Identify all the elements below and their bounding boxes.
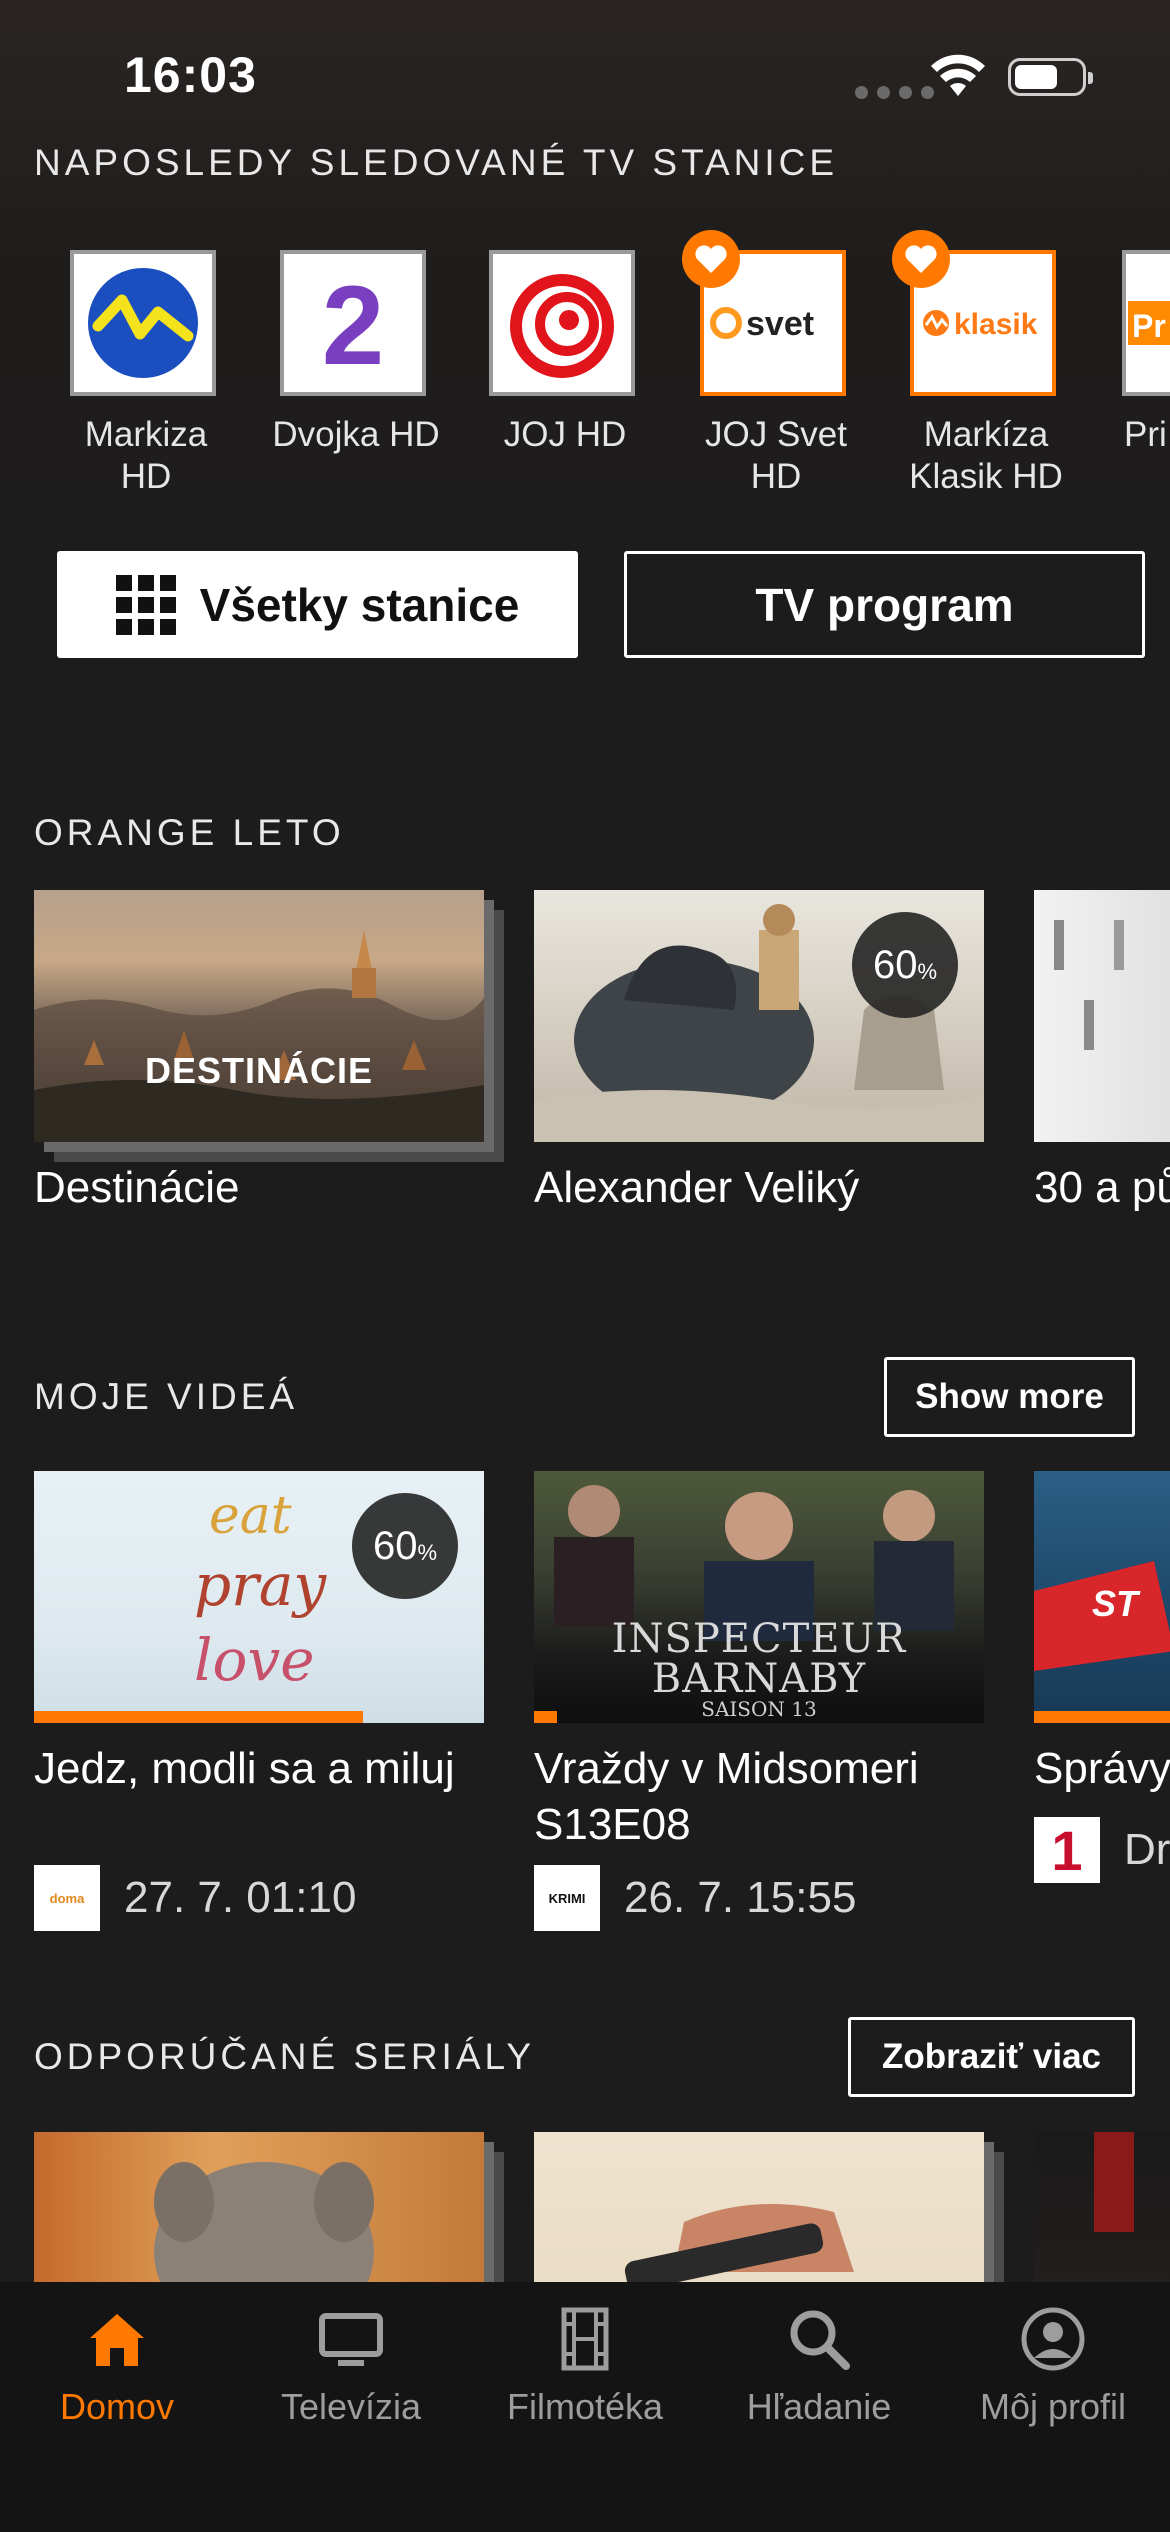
svg-text:2: 2 [322, 264, 384, 382]
thumb-word-pray: pray [194, 1551, 327, 1619]
thumb-word-eat: eat [209, 1486, 292, 1546]
doma-channel-icon: doma [34, 1865, 100, 1931]
joj-logo-icon [489, 250, 635, 396]
barnaby-title-line2: BARNABY [651, 1656, 867, 1702]
tab-domov[interactable]: Domov [0, 2306, 234, 2428]
show-more-series-button[interactable]: Zobraziť viac [848, 2017, 1135, 2097]
card-title: Destinácie [34, 1163, 240, 1212]
my-videos-title: MOJE VIDEÁ [34, 1376, 299, 1417]
spravy-thumbnail: ST [1034, 1471, 1170, 1723]
svg-text:klasik: klasik [954, 308, 1038, 341]
favorite-heart-icon [892, 230, 950, 288]
battery-icon [1008, 58, 1093, 96]
tab-label: Môj profil [979, 2386, 1127, 2427]
progress-percent-badge: 60% [352, 1493, 458, 1599]
destinacie-overlay-text: DESTINÁCIE [144, 1050, 374, 1091]
all-stations-button[interactable]: Všetky stanice [57, 551, 578, 658]
card-title: Správy [1034, 1744, 1170, 1793]
tv-icon [319, 2313, 383, 2366]
favorite-heart-icon [682, 230, 740, 288]
tab-televizia[interactable]: Televízia [234, 2306, 468, 2428]
recent-stations-title: NAPOSLEDY SLEDOVANÉ TV STANICE [34, 142, 839, 183]
card-title: Alexander Veliký [534, 1163, 860, 1212]
dvojka-logo-icon: 2 [280, 250, 426, 396]
tab-label: Filmotéka [506, 2386, 664, 2427]
tv-program-button[interactable]: TV program [624, 551, 1145, 658]
grid-icon [115, 574, 176, 635]
watch-progress-bar [534, 1711, 557, 1723]
card-title: 30 a pů [1034, 1163, 1170, 1212]
card-title: Vraždy v Midsomeri S13E08 [534, 1744, 919, 1849]
recommended-series-title: ODPORÚČANÉ SERIÁLY [34, 2036, 536, 2077]
card-title: Jedz, modli sa a miluj [34, 1744, 455, 1793]
tab-bar: Domov Televízia Filmotéka Hľadanie Môj p… [0, 2282, 1170, 2532]
tab-label: Domov [59, 2386, 175, 2427]
tab-hladanie[interactable]: Hľadanie [702, 2306, 936, 2428]
air-date: Dr [1124, 1825, 1170, 1874]
spravy-thumb-text: ST [1092, 1583, 1139, 1624]
svg-text:Pr: Pr [1132, 308, 1166, 344]
all-stations-label: Všetky stanice [199, 578, 520, 631]
barnaby-season: SAISON 13 [701, 1697, 817, 1721]
film-icon [561, 2307, 609, 2371]
station-name: Dvojka HD [272, 415, 440, 454]
profile-icon [1021, 2307, 1085, 2371]
watch-progress-bar [34, 1711, 363, 1723]
card-meta: doma 27. 7. 01:10 [34, 1865, 356, 1931]
tab-label: Televízia [280, 2386, 422, 2427]
status-time: 16:03 [124, 47, 257, 103]
show-more-button[interactable]: Show more [884, 1357, 1135, 1437]
watch-progress-bar [1034, 1711, 1170, 1723]
tab-label: Hľadanie [746, 2386, 892, 2427]
progress-percent-badge: 60% [852, 912, 958, 1018]
search-icon [790, 2310, 850, 2370]
station-name: JOJ HD [503, 415, 627, 454]
wifi-icon [931, 54, 985, 96]
station-name: Markíza Klasik HD [909, 415, 1063, 496]
card-meta: KRIMI 26. 7. 15:55 [534, 1865, 856, 1931]
tab-filmoteka[interactable]: Filmotéka [468, 2306, 702, 2428]
station-name: Pri [1124, 415, 1167, 454]
station-name: Markiza HD [84, 415, 208, 496]
cellular-signal-icon [855, 86, 934, 99]
tab-moj-profil[interactable]: Môj profil [936, 2306, 1170, 2428]
svg-text:svet: svet [746, 305, 814, 343]
prima-logo-icon: Pr [1122, 250, 1170, 396]
recent-stations-row: Markiza HD 2 Dvojka HD JOJ HD svet JOJ S… [0, 230, 1170, 500]
orange-leto-title: ORANGE LETO [34, 812, 345, 853]
status-bar: 16:03 [0, 0, 1170, 140]
destinacie-thumbnail: DESTINÁCIE [34, 890, 484, 1142]
card-meta: 1 Dr [1034, 1817, 1170, 1883]
30-a-pu-thumbnail [1034, 890, 1170, 1142]
station-name: JOJ Svet HD [705, 415, 847, 496]
air-date: 26. 7. 15:55 [624, 1873, 857, 1922]
air-date: 27. 7. 01:10 [124, 1873, 357, 1922]
jednotka-channel-icon: 1 [1034, 1817, 1100, 1883]
thumb-word-love: love [194, 1626, 315, 1694]
home-screen: 16:03 NAPOSLEDY SLEDOVANÉ TV STANICE Mar… [0, 0, 1170, 2532]
krimi-channel-icon: KRIMI [534, 1865, 600, 1931]
home-icon [90, 2314, 144, 2366]
markiza-logo-icon [70, 250, 216, 396]
barnaby-thumbnail: INSPECTEUR BARNABY SAISON 13 [534, 1471, 984, 1723]
